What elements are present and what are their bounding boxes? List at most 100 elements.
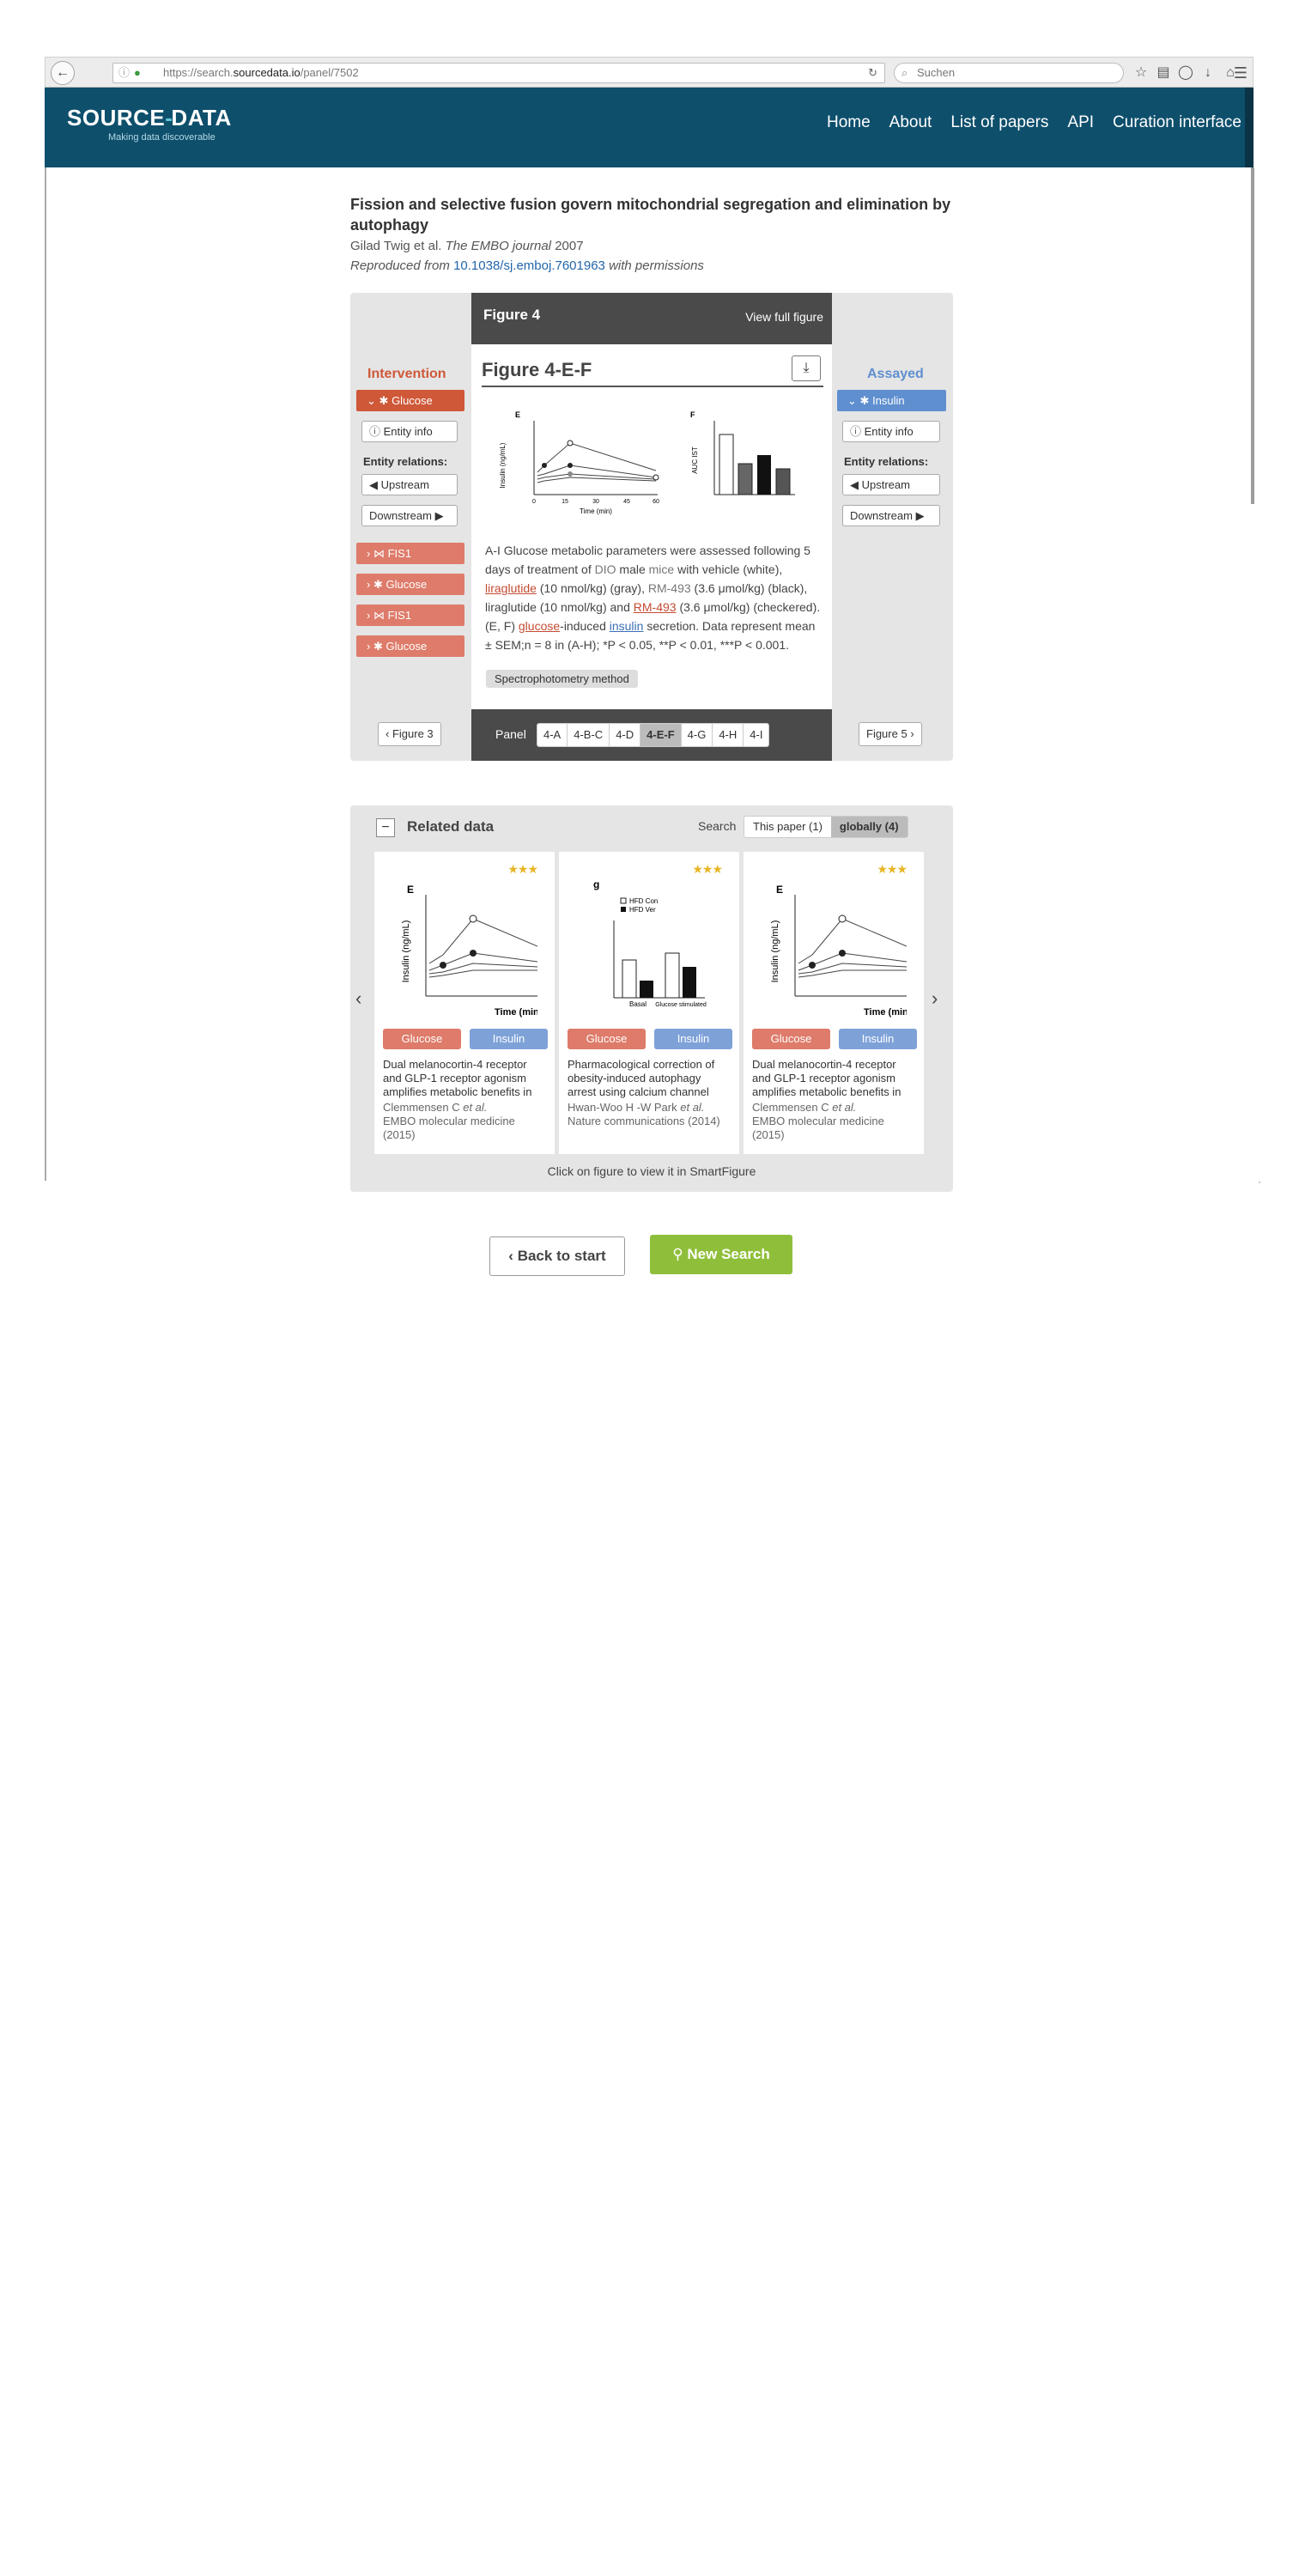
card-title[interactable]: Pharmacological correction of obesity-in…: [568, 1058, 732, 1099]
tag-glucose[interactable]: Glucose: [383, 1029, 461, 1049]
assayed-downstream-button[interactable]: Downstream ▶: [842, 505, 940, 526]
intervention-downstream-button[interactable]: Downstream ▶: [361, 505, 458, 526]
nav-curation-interface[interactable]: Curation interface: [1113, 113, 1241, 132]
tag-insulin[interactable]: Insulin: [839, 1029, 917, 1049]
plot-f-bar: [738, 463, 753, 495]
panel-tabs: 4-A 4-B-C 4-D 4-E-F 4-G 4-H 4-I: [537, 723, 770, 747]
caption-entity-rm493-link[interactable]: RM-493: [634, 600, 677, 614]
caption-entity-mice[interactable]: mice: [649, 562, 675, 576]
related-card[interactable]: ★★★ E Insulin (ng/mL) Time (min Glucose …: [374, 852, 555, 1154]
intervention-entity-glucose[interactable]: › ✱ Glucose: [356, 635, 464, 657]
globally-button[interactable]: globally (4): [830, 817, 908, 837]
panel-tab-4-b-c[interactable]: 4-B-C: [568, 724, 610, 746]
carousel-prev-arrow-icon[interactable]: ‹: [355, 987, 361, 1010]
triangle-left-icon: ◀: [369, 478, 378, 491]
card-author: Clemmensen C: [383, 1101, 460, 1114]
back-arrow-icon[interactable]: ←: [51, 61, 75, 85]
plot-f-bar: [775, 468, 791, 495]
card-journal: EMBO molecular medicine: [752, 1115, 884, 1127]
caption-entity-insulin[interactable]: insulin: [610, 619, 644, 633]
chevron-right-icon: ›: [910, 727, 914, 740]
intervention-entity-glucose[interactable]: › ✱ Glucose: [356, 574, 464, 595]
intervention-upstream-button[interactable]: ◀ Upstream: [361, 474, 458, 495]
browser-search-input[interactable]: ⌕ Suchen: [894, 63, 1124, 83]
reload-icon[interactable]: ↻: [868, 64, 877, 82]
download-button[interactable]: ⤓: [792, 355, 821, 381]
hamburger-menu-icon[interactable]: ☰: [1232, 64, 1249, 82]
search-icon: ⚲: [672, 1246, 683, 1262]
nav-api[interactable]: API: [1067, 113, 1094, 132]
thumb-point: [809, 962, 816, 969]
related-card[interactable]: ★★★ g HFD Con HFD Ver Basal Glucose stim…: [559, 852, 739, 1154]
next-figure-label: Figure 5: [866, 727, 908, 740]
legend-con: HFD Con: [629, 897, 658, 905]
next-figure-button[interactable]: Figure 5 ›: [859, 722, 922, 746]
chevron-right-icon: ›: [367, 609, 371, 622]
pocket-icon[interactable]: ◯: [1177, 64, 1194, 82]
intervention-entity-fis1[interactable]: › ⋈ FIS1: [356, 605, 464, 626]
caption-entity-liraglutide[interactable]: liraglutide: [485, 581, 537, 595]
thumb-xlabel: Time (min: [495, 1007, 537, 1018]
panel-title-rule: [482, 386, 823, 387]
clipboard-icon[interactable]: ▤: [1155, 64, 1172, 82]
carousel-next-arrow-icon[interactable]: ›: [932, 987, 938, 1010]
downstream-label: Downstream: [850, 509, 913, 522]
tag-insulin[interactable]: Insulin: [470, 1029, 548, 1049]
plot-e-ylabel: Insulin (ng/mL): [499, 442, 507, 488]
related-figure-thumbnail[interactable]: E Insulin (ng/mL) Time (min: [392, 869, 537, 1020]
related-figure-thumbnail[interactable]: g HFD Con HFD Ver Basal Glucose stimulat…: [576, 869, 722, 1020]
new-search-button[interactable]: ⚲ New Search: [650, 1235, 792, 1274]
panel-tab-4-a[interactable]: 4-A: [537, 724, 568, 746]
plot-e-point: [542, 463, 547, 468]
this-paper-button[interactable]: This paper (1): [744, 817, 831, 837]
chevron-down-icon: ⌄: [367, 394, 376, 407]
view-full-figure-link[interactable]: View full figure: [745, 310, 823, 324]
panel-tab-4-e-f[interactable]: 4-E-F: [640, 724, 682, 746]
assayed-entity-info-button[interactable]: ⓘ Entity info: [842, 421, 940, 442]
bookmark-star-icon[interactable]: ☆: [1132, 64, 1150, 82]
tag-insulin[interactable]: Insulin: [654, 1029, 732, 1049]
download-icon[interactable]: ↓: [1199, 64, 1217, 82]
method-badge[interactable]: Spectrophotometry method: [486, 670, 638, 688]
repro-suffix: with permissions: [609, 258, 704, 273]
back-to-start-label: Back to start: [517, 1248, 606, 1264]
panel-tab-4-h[interactable]: 4-H: [713, 724, 744, 746]
caption-entity-dio[interactable]: DIO: [595, 562, 616, 576]
back-to-start-button[interactable]: ‹ Back to start: [489, 1236, 625, 1276]
upstream-label: Upstream: [380, 478, 429, 491]
plot-e-xtick: 0: [532, 499, 536, 505]
assayed-upstream-button[interactable]: ◀ Upstream: [842, 474, 940, 495]
related-card[interactable]: ★★★ E Insulin (ng/mL) Time (min Glucose …: [744, 852, 924, 1154]
sourcedata-logo[interactable]: SOURCE-DATA: [67, 105, 232, 131]
doi-link[interactable]: 10.1038/sj.emboj.7601963: [453, 258, 605, 273]
card-title[interactable]: Dual melanocortin-4 receptor and GLP-1 r…: [383, 1058, 548, 1099]
card-title[interactable]: Dual melanocortin-4 receptor and GLP-1 r…: [752, 1058, 917, 1099]
panel-tab-4-g[interactable]: 4-G: [681, 724, 713, 746]
thumb-bar: [640, 981, 653, 998]
address-bar[interactable]: ⓘ ● https://search.sourcedata.io/panel/7…: [112, 63, 885, 83]
tag-glucose[interactable]: Glucose: [752, 1029, 830, 1049]
chevron-right-icon: ›: [367, 640, 371, 653]
intervention-entity-info-button[interactable]: ⓘ Entity info: [361, 421, 458, 442]
panel-tab-4-d[interactable]: 4-D: [610, 724, 641, 746]
molecule-icon: ✱: [379, 394, 389, 407]
previous-figure-button[interactable]: ‹ Figure 3: [378, 722, 441, 746]
nav-about[interactable]: About: [889, 113, 932, 132]
download-icon: ⤓: [803, 361, 810, 375]
assayed-selected-entity[interactable]: ⌄ ✱ Insulin: [837, 390, 946, 411]
caption-entity-rm493[interactable]: RM-493: [648, 581, 691, 595]
related-figure-thumbnail[interactable]: E Insulin (ng/mL) Time (min: [761, 869, 907, 1020]
nav-list-of-papers[interactable]: List of papers: [950, 113, 1048, 132]
scrollbar-thumb[interactable]: [1251, 167, 1254, 504]
panel-tab-4-i[interactable]: 4-I: [744, 724, 769, 746]
collapse-button[interactable]: −: [376, 818, 395, 837]
nav-home[interactable]: Home: [827, 113, 871, 132]
thumb-letter: E: [407, 884, 414, 896]
plot-f-bar: [719, 434, 734, 495]
tag-glucose[interactable]: Glucose: [568, 1029, 646, 1049]
intervention-entity-fis1[interactable]: › ⋈ FIS1: [356, 543, 464, 564]
caption-entity-glucose[interactable]: glucose: [519, 619, 560, 633]
figure-panel-image[interactable]: E Insulin (ng/mL) 0 15 30 45 60 Time (mi…: [495, 405, 795, 526]
molecule-icon: ✱: [373, 640, 383, 653]
intervention-selected-entity[interactable]: ⌄ ✱ Glucose: [356, 390, 464, 411]
